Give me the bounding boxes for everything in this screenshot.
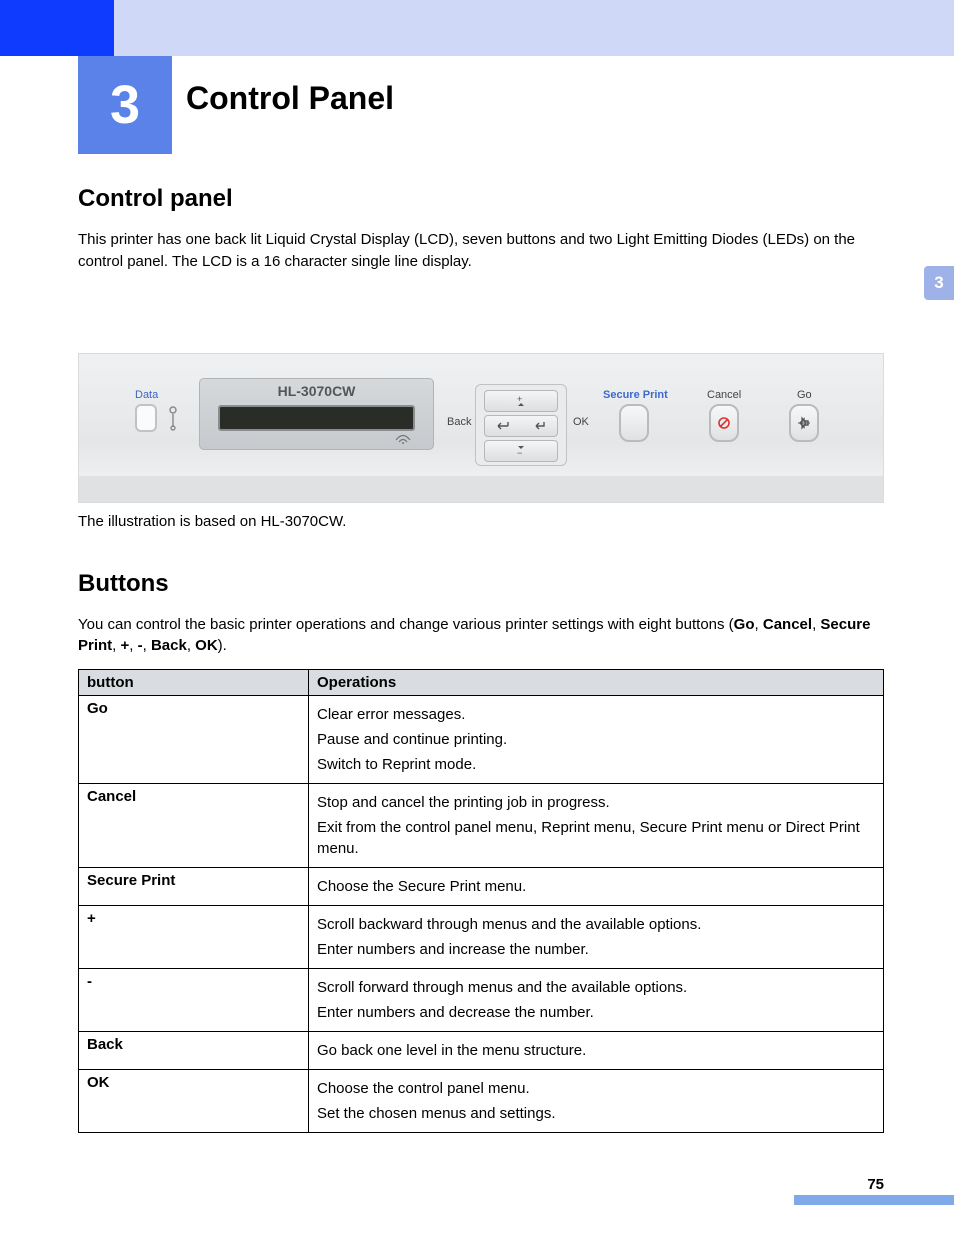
operations-cell: Go back one level in the menu structure.: [309, 1032, 884, 1070]
side-tab: 3: [924, 266, 954, 300]
header-accent: [0, 0, 114, 56]
svg-text:−: −: [517, 448, 522, 457]
table-row: OK Choose the control panel menu. Set the …: [79, 1070, 884, 1133]
panel-secure-print-label: Secure Print: [603, 389, 668, 401]
dpad-mid: [484, 415, 558, 437]
sep: ,: [143, 637, 151, 654]
operation-line: Enter numbers and increase the number.: [317, 939, 875, 960]
table-row: + Scroll backward through menus and the a…: [79, 906, 884, 969]
panel-back-label: Back: [447, 416, 471, 428]
chapter-title: Control Panel: [186, 80, 394, 117]
side-tab-number: 3: [934, 273, 943, 293]
operations-cell: Scroll backward through menus and the av…: [309, 906, 884, 969]
back-arrow-icon: [495, 421, 511, 431]
sep: ,: [129, 637, 137, 654]
operation-line: Switch to Reprint mode.: [317, 754, 875, 775]
panel-base-strip: [79, 476, 883, 502]
section-para-control-panel: This printer has one back lit Liquid Cry…: [78, 229, 884, 273]
operation-line: Set the chosen menus and settings.: [317, 1103, 875, 1124]
data-led-icon: [135, 404, 157, 432]
illustration-caption: The illustration is based on HL-3070CW.: [78, 513, 884, 530]
section-heading-control-panel: Control panel: [78, 185, 884, 213]
panel-go-label: Go: [797, 389, 812, 401]
dpad: + −: [475, 384, 567, 466]
btn-bold-back: Back: [151, 637, 187, 654]
th-button: button: [79, 670, 309, 696]
sep: ,: [755, 616, 763, 633]
panel-cancel-label: Cancel: [707, 389, 741, 401]
btn-bold-plus: +: [121, 637, 130, 654]
operation-line: Pause and continue printing.: [317, 729, 875, 750]
panel-illustration: Data HL-3070CW Back + − OK Secu: [78, 353, 884, 503]
dpad-minus-icon: −: [484, 440, 558, 462]
go-button-icon: [789, 404, 819, 442]
operation-line: Go back one level in the menu structure.: [317, 1040, 875, 1061]
page-number: 75: [867, 1176, 884, 1193]
operation-line: Stop and cancel the printing job in prog…: [317, 792, 875, 813]
button-name-cell: Cancel: [79, 784, 309, 868]
panel-data-label: Data: [135, 389, 158, 401]
section-para-buttons: You can control the basic printer operat…: [78, 614, 884, 658]
footer-accent: [794, 1195, 954, 1205]
btn-bold-ok: OK: [195, 637, 218, 654]
operations-cell: Stop and cancel the printing job in prog…: [309, 784, 884, 868]
lcd-frame: HL-3070CW: [199, 378, 434, 450]
operation-line: Scroll forward through menus and the ava…: [317, 977, 875, 998]
btn-para-post: ).: [218, 637, 227, 654]
operation-line: Choose the Secure Print menu.: [317, 876, 875, 897]
button-name-cell: Go: [79, 696, 309, 784]
operations-cell: Choose the Secure Print menu.: [309, 868, 884, 906]
lcd-screen: [218, 405, 415, 431]
operation-line: Choose the control panel menu.: [317, 1078, 875, 1099]
operations-cell: Clear error messages. Pause and continue …: [309, 696, 884, 784]
button-name-cell: -: [79, 969, 309, 1032]
toner-indicator-icon: [167, 404, 179, 432]
buttons-table: button Operations GoClear error messages…: [78, 669, 884, 1133]
operations-cell: Scroll forward through menus and the ava…: [309, 969, 884, 1032]
wifi-icon: [395, 434, 411, 447]
secure-print-button-icon: [619, 404, 649, 442]
operations-cell: Choose the control panel menu. Set the ch…: [309, 1070, 884, 1133]
svg-text:+: +: [517, 395, 522, 404]
table-row: Cancel Stop and cancel the printing job i…: [79, 784, 884, 868]
chapter-number-box: 3: [78, 56, 172, 154]
button-name-cell: +: [79, 906, 309, 969]
header-bar: [0, 0, 954, 56]
table-row: Back Go back one level in the menu struct…: [79, 1032, 884, 1070]
cancel-button-icon: [709, 404, 739, 442]
table-row: -Scroll forward through menus and the av…: [79, 969, 884, 1032]
chapter-number: 3: [110, 74, 140, 136]
th-operations: Operations: [309, 670, 884, 696]
btn-bold-go: Go: [734, 616, 755, 633]
btn-para-pre: You can control the basic printer operat…: [78, 616, 734, 633]
btn-bold-cancel: Cancel: [763, 616, 812, 633]
operation-line: Clear error messages.: [317, 704, 875, 725]
section-heading-buttons: Buttons: [78, 570, 884, 598]
enter-arrow-icon: [533, 421, 547, 431]
operation-line: Exit from the control panel menu, Reprin…: [317, 817, 875, 859]
sep: ,: [187, 637, 195, 654]
operation-line: Scroll backward through menus and the av…: [317, 914, 875, 935]
operation-line: Enter numbers and decrease the number.: [317, 1002, 875, 1023]
lcd-model-label: HL-3070CW: [200, 383, 433, 399]
table-row: Go Clear error messages. Pause and continu…: [79, 696, 884, 784]
panel-ok-label: OK: [573, 416, 589, 428]
button-name-cell: Secure Print: [79, 868, 309, 906]
button-name-cell: Back: [79, 1032, 309, 1070]
sep: ,: [112, 637, 120, 654]
button-name-cell: OK: [79, 1070, 309, 1133]
table-row: Secure Print Choose the Secure Print menu…: [79, 868, 884, 906]
dpad-plus-icon: +: [484, 390, 558, 412]
